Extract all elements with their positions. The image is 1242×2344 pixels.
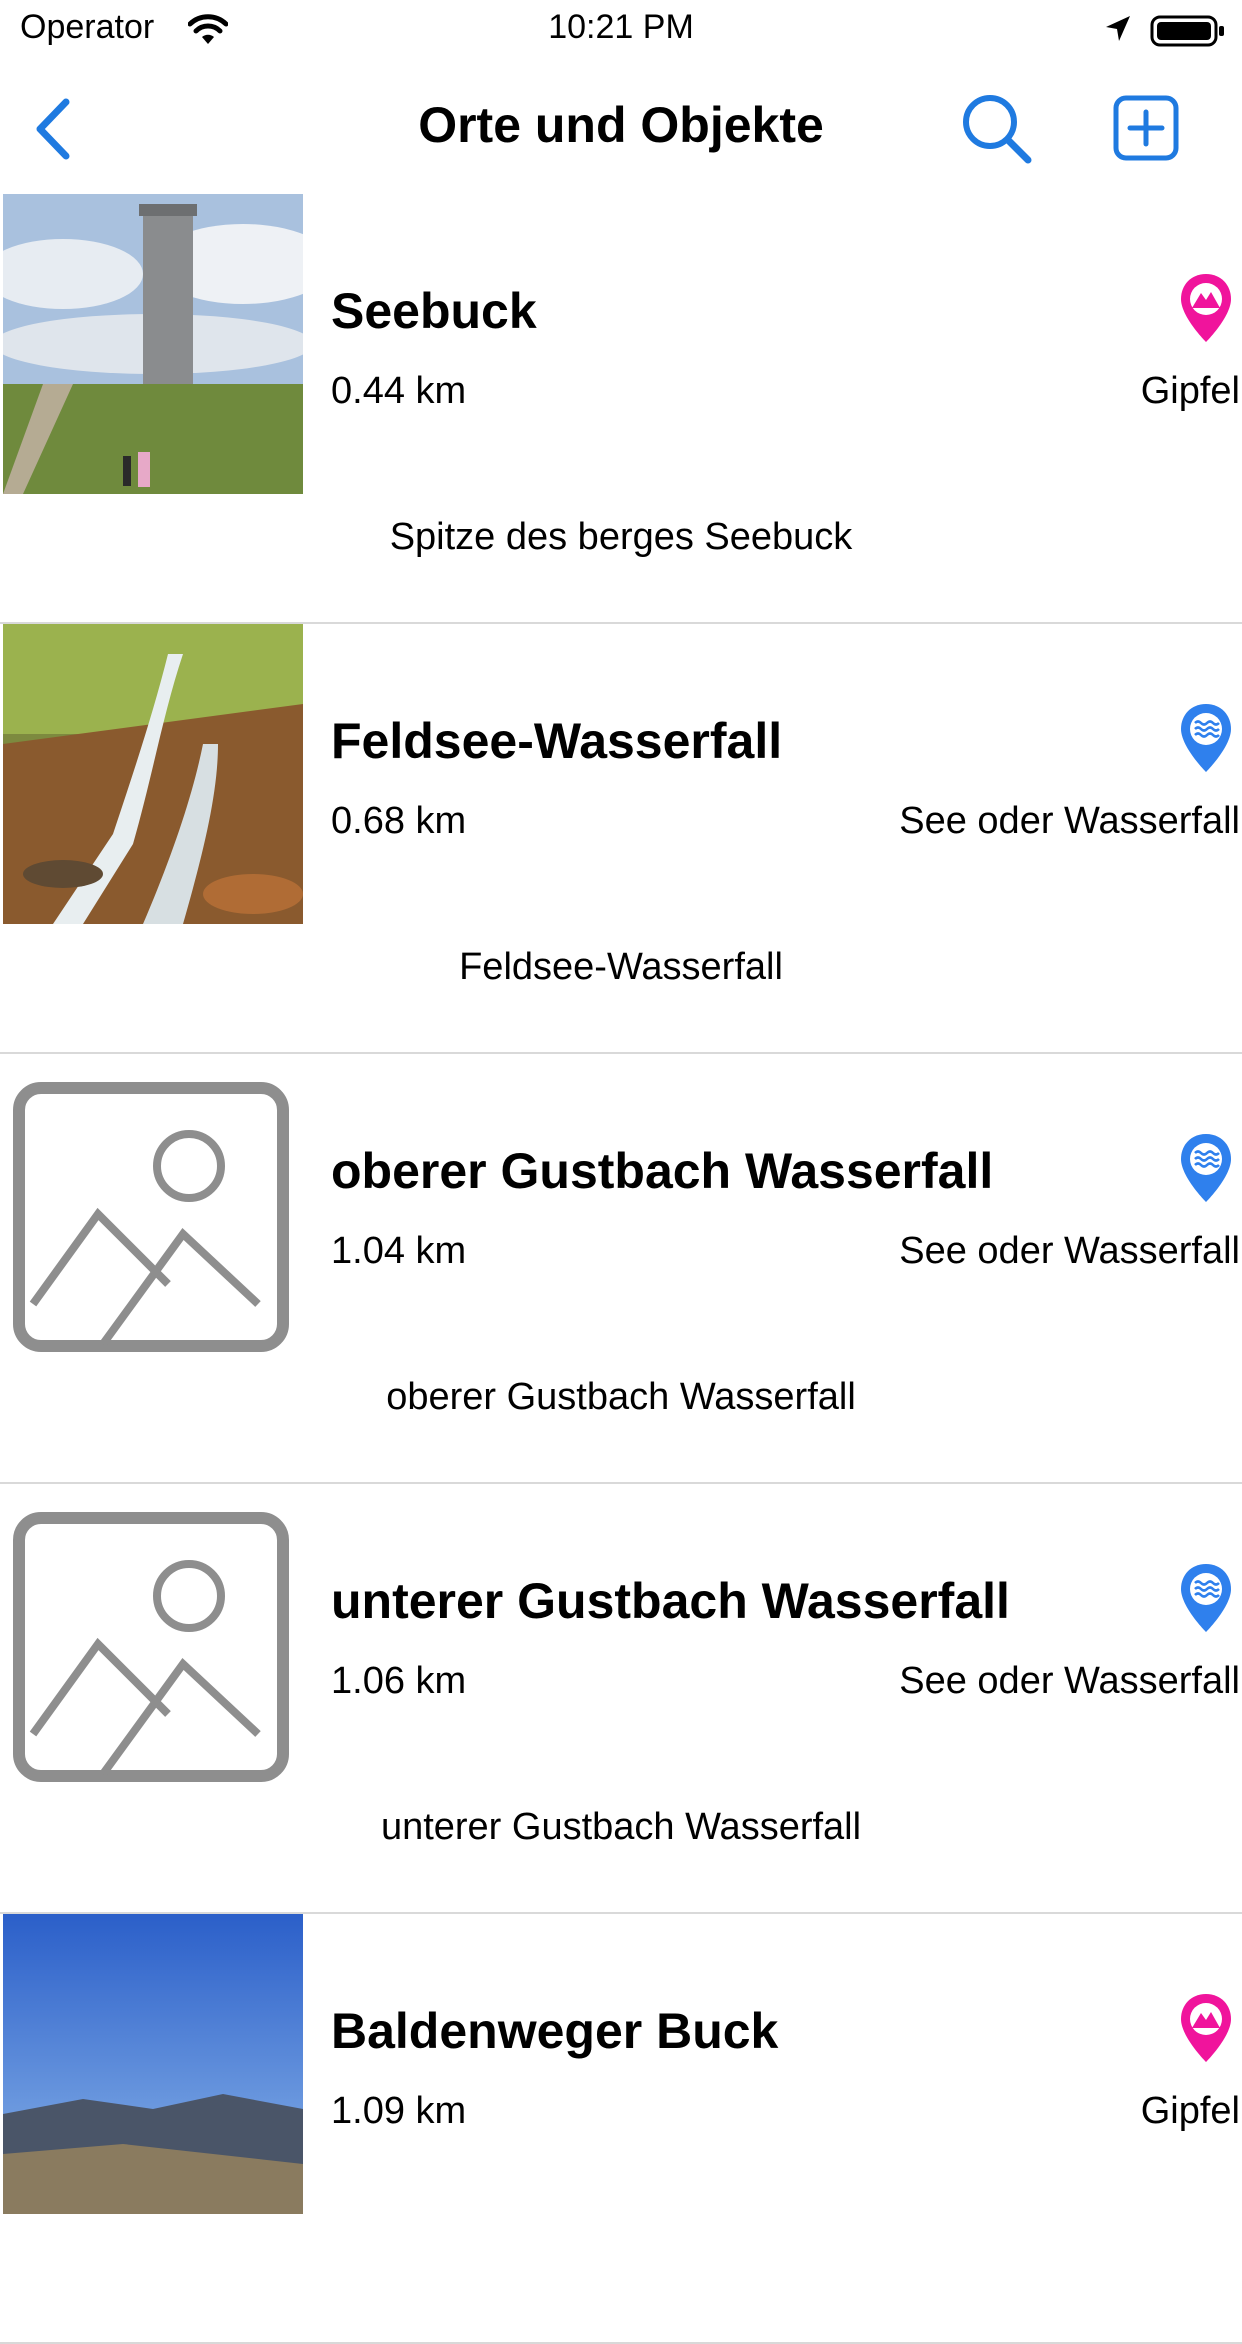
photo-tower <box>3 194 303 494</box>
page-title: Orte und Objekte <box>418 97 824 153</box>
item-name: oberer Gustbach Wasserfall <box>331 1143 994 1199</box>
water-pin-icon <box>1181 1134 1231 1202</box>
item-distance: 0.68 km <box>331 800 467 842</box>
mountain-pin-icon <box>1181 1994 1231 2062</box>
item-category: See oder Wasserfall <box>899 1230 1240 1272</box>
water-pin-icon <box>1181 704 1231 772</box>
item-category: See oder Wasserfall <box>899 1660 1240 1702</box>
search-icon <box>963 95 1032 164</box>
places-list: Seebuck 0.44 km Gipfel Spitze des berges… <box>0 194 1242 2344</box>
plus-square-icon <box>1113 95 1179 161</box>
battery-icon <box>1150 14 1226 53</box>
navigation-bar: Orte und Objekte <box>0 66 1242 192</box>
list-item[interactable]: Baldenweger Buck 1.09 km Gipfel <box>0 1914 1242 2344</box>
photo-sky <box>3 1914 303 2214</box>
item-name: Baldenweger Buck <box>331 2003 779 2059</box>
item-description: unterer Gustbach Wasserfall <box>380 1806 862 1848</box>
item-category: Gipfel <box>1140 370 1240 412</box>
location-arrow-icon <box>1104 14 1132 49</box>
search-button[interactable] <box>958 90 1034 166</box>
item-name: Feldsee-Wasserfall <box>331 713 783 769</box>
item-category: See oder Wasserfall <box>899 800 1240 842</box>
placeholder-image-icon <box>3 1484 303 1784</box>
item-name: unterer Gustbach Wasserfall <box>331 1573 1010 1629</box>
item-description: Spitze des berges Seebuck <box>389 516 853 558</box>
item-description: oberer Gustbach Wasserfall <box>386 1376 856 1418</box>
water-pin-icon <box>1181 1564 1231 1632</box>
status-time: 10:21 PM <box>548 8 694 46</box>
add-button[interactable] <box>1110 92 1182 164</box>
list-item[interactable]: Feldsee-Wasserfall 0.68 km See oder Wass… <box>0 624 1242 1054</box>
placeholder-image-icon <box>3 1054 303 1354</box>
item-distance: 1.04 km <box>331 1230 467 1272</box>
mountain-pin-icon <box>1181 274 1231 342</box>
list-item[interactable]: unterer Gustbach Wasserfall 1.06 km See … <box>0 1484 1242 1914</box>
item-category: Gipfel <box>1140 2090 1240 2132</box>
status-bar: Operator 10:21 PM <box>0 0 1242 66</box>
item-name: Seebuck <box>331 283 537 339</box>
photo-waterfall <box>3 624 303 924</box>
item-distance: 0.44 km <box>331 370 467 412</box>
item-description: Feldsee-Wasserfall <box>459 946 783 988</box>
list-item[interactable]: oberer Gustbach Wasserfall 1.04 km See o… <box>0 1054 1242 1484</box>
item-distance: 1.09 km <box>331 2090 467 2132</box>
list-item[interactable]: Seebuck 0.44 km Gipfel Spitze des berges… <box>0 194 1242 624</box>
item-distance: 1.06 km <box>331 1660 467 1702</box>
